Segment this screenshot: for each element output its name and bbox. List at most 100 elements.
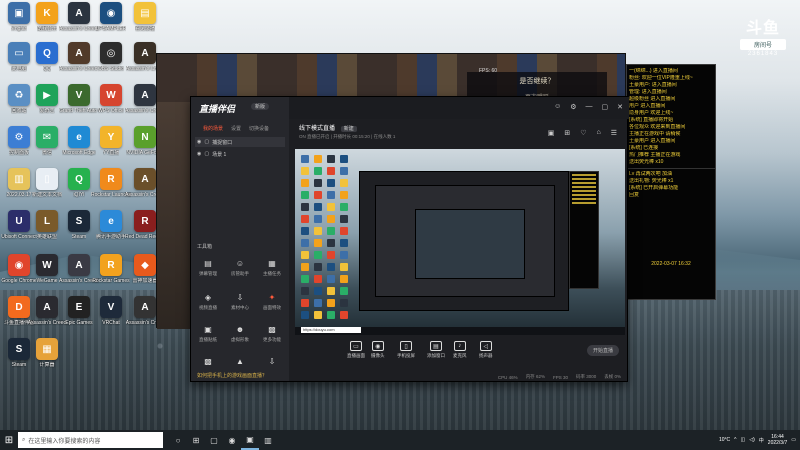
desktop-icon[interactable]: S Steam <box>62 210 96 254</box>
streamer-window[interactable]: 直播伴侣 新版 我的场景 设置 切换设备 ◉ ▢ 捕捉窗口 ◉ ▢ 场景 1 工… <box>190 96 629 382</box>
toolbox-item[interactable]: ▩ 更多功能 <box>259 323 285 351</box>
toolbox-item[interactable]: ▣ 直播贴纸 <box>195 323 221 351</box>
toolbox-item[interactable]: ▦ 主播任务 <box>259 257 285 285</box>
scene-item-capture[interactable]: ◉ ▢ 捕捉窗口 <box>195 137 285 147</box>
chrome-icon[interactable]: ◉ <box>223 430 241 450</box>
tab-my-scenes[interactable]: 我的场景 <box>203 125 223 132</box>
desktop-icon[interactable]: ▦ 计算器 <box>30 338 64 382</box>
stream-preview[interactable]: https://douyu.com <box>295 149 625 335</box>
eye-icon[interactable]: ◉ <box>197 151 201 157</box>
desktop-icon[interactable]: ◉ UPSAMPLER <box>94 2 128 46</box>
folder-icon[interactable]: ▥ <box>259 430 277 450</box>
heart-icon[interactable]: ♡ <box>580 129 586 137</box>
preview-mini-icon <box>340 167 348 175</box>
preview-mini-icon <box>340 227 348 235</box>
desktop-icon[interactable]: e Microsoft Edge <box>62 126 96 170</box>
desktop-icon-label: 回收站 <box>11 108 27 114</box>
toolbox-item[interactable]: ⇩ 素材中心 <box>227 291 253 319</box>
settings-gear-icon[interactable]: ⚙ <box>570 103 576 111</box>
clock[interactable]: 16:44 2022/3/7 <box>768 434 787 446</box>
chevron-up-icon[interactable]: ^ <box>734 437 736 443</box>
chat-message-list: 一(绵绵...) 进入直播间 粉丝: 欢迎一位VIP隆重上线~ 土豪用户: 进入直播… <box>627 65 715 166</box>
version-badge[interactable]: 新版 <box>251 103 270 110</box>
close-icon[interactable]: ✕ <box>617 103 623 111</box>
toolbox-item[interactable]: ▤ 弹幕管理 <box>195 257 221 285</box>
scene-item-1[interactable]: ◉ ▢ 场景 1 <box>195 149 285 159</box>
douyu-streamer-icon[interactable]: ▣ <box>241 430 259 450</box>
desktop-icon[interactable]: L 英雄联盟 <box>30 210 64 254</box>
source-button[interactable]: ◁ 扬声器 <box>479 341 493 359</box>
desktop-icon[interactable]: K 酷我音乐 <box>30 2 64 46</box>
desktop-icon-label: VRChat <box>102 320 120 326</box>
tab-settings[interactable]: 设置 <box>231 125 241 132</box>
desktop-icon-label: Assassin's Creed Unity <box>59 26 99 32</box>
desktop-icon[interactable]: ✉ 微信 <box>30 126 64 170</box>
toolbox-item[interactable]: ✦ 画面特效 <box>259 291 285 319</box>
desktop-icon-label: Epic Games <box>65 320 93 326</box>
file-explorer-icon[interactable]: ▢ <box>205 430 223 450</box>
desktop-icon[interactable]: V VRChat <box>94 296 128 340</box>
windows-start-icon[interactable]: ⊞ <box>0 430 18 450</box>
screenshot-icon[interactable]: ▣ <box>548 129 555 137</box>
source-button[interactable]: ▯ 手机投屏 <box>397 341 415 359</box>
source-button[interactable]: ▭ 直播画面 <box>347 341 365 359</box>
app-icon: ▥ <box>8 168 30 190</box>
desktop-icon[interactable]: ▯ 新建文本文档 <box>30 168 64 212</box>
taskbar-search-input[interactable]: ⌕ 在这里输入你要搜索的内容 <box>18 432 163 448</box>
source-button[interactable]: ♪ 麦克风 <box>453 341 467 359</box>
network-icon[interactable]: ◫ <box>741 437 746 443</box>
preview-mini-icon <box>340 215 348 223</box>
source-button[interactable]: ▤ 添加窗口 <box>427 341 445 359</box>
toolbox-item[interactable]: ◈ 视频直播 <box>195 291 221 319</box>
desktop-icon[interactable]: E Epic Games <box>62 296 96 340</box>
source-button[interactable]: ◉ 摄像头 <box>371 341 385 359</box>
desktop-icon[interactable]: QiQIYI <box>62 168 96 212</box>
maximize-icon[interactable]: ▢ <box>602 103 609 111</box>
app-icon: ◆ <box>134 254 156 276</box>
source-icon: ▤ <box>430 341 442 351</box>
toolbox-item[interactable]: ⇩下载 <box>259 355 285 369</box>
room-tag[interactable]: 新建 <box>340 126 357 132</box>
start-live-button[interactable]: 开始直播 <box>587 345 619 356</box>
layout-icon[interactable]: ⊞ <box>564 129 570 137</box>
desktop-icon[interactable]: Y YY直播 <box>94 126 128 170</box>
desktop-icon[interactable]: A Assassin's Creed Unity <box>59 2 99 46</box>
notification-icon[interactable]: ▭ <box>791 437 796 443</box>
home-icon[interactable]: ⌂ <box>596 129 600 137</box>
weather-text[interactable]: 10°C <box>719 437 730 443</box>
toolbox-item[interactable]: ☻ 虚拟形象 <box>227 323 253 351</box>
desktop-icon[interactable]: R Rockstar Games <box>92 254 130 298</box>
chat-divider <box>627 168 715 169</box>
preview-mini-icon <box>340 203 348 211</box>
desktop-icon[interactable]: R Rockstar Launcher <box>91 168 131 212</box>
desktop-icon-label: 英雄联盟 <box>36 234 57 240</box>
ime-text[interactable]: 中 <box>759 437 764 444</box>
source-label: 摄像头 <box>371 353 385 358</box>
desktop-icon[interactable]: A Assassin's Creed <box>27 296 67 340</box>
menu-icon[interactable]: ☰ <box>611 129 617 137</box>
minimize-icon[interactable]: — <box>586 103 593 111</box>
room-title-text[interactable]: 线下模式直播 <box>299 126 335 132</box>
desktop-icon-label: Assassin's Creed <box>27 320 67 326</box>
task-view-icon[interactable]: ○ <box>169 430 187 450</box>
volume-icon[interactable]: ◁) <box>749 437 755 443</box>
tab-switch-device[interactable]: 切换设备 <box>249 125 269 132</box>
desktop-icon[interactable]: ◎ OBS Studio <box>94 42 128 86</box>
danmaku-chat-panel[interactable]: 一(绵绵...) 进入直播间 粉丝: 欢迎一位VIP隆重上线~ 土豪用户: 进入直播… <box>626 64 716 300</box>
toolbox-item[interactable]: ☺ 房管助手 <box>227 257 253 285</box>
help-note-link[interactable]: 如何把手机上的游戏画面直播？ <box>197 372 267 379</box>
desktop-icon[interactable]: W WPS Office <box>94 84 128 128</box>
desktop-icon[interactable]: ▤ 看见录播 <box>128 2 162 46</box>
desktop-icon[interactable]: Q QQ <box>30 42 64 86</box>
desktop-icon[interactable]: ▶ 爱奇艺 <box>30 84 64 128</box>
toolbox-item[interactable]: ▩新品 <box>195 355 221 369</box>
desktop-icon[interactable]: A Assassin's Creed Syndicate <box>59 42 99 86</box>
desktop-icon[interactable]: A Assassin's Creed II <box>59 254 99 298</box>
desktop-icon[interactable]: V Grand Theft Auto V <box>59 84 99 128</box>
desktop-icon[interactable]: W WeGame <box>30 254 64 298</box>
avatar-icon[interactable]: ☺ <box>554 103 561 111</box>
windows-icon[interactable]: ⊞ <box>187 430 205 450</box>
eye-icon[interactable]: ◉ <box>197 139 201 145</box>
toolbox-item[interactable]: ▲上分助手 <box>227 355 253 369</box>
desktop-icon[interactable]: e 腾讯手游助手 <box>94 210 128 254</box>
